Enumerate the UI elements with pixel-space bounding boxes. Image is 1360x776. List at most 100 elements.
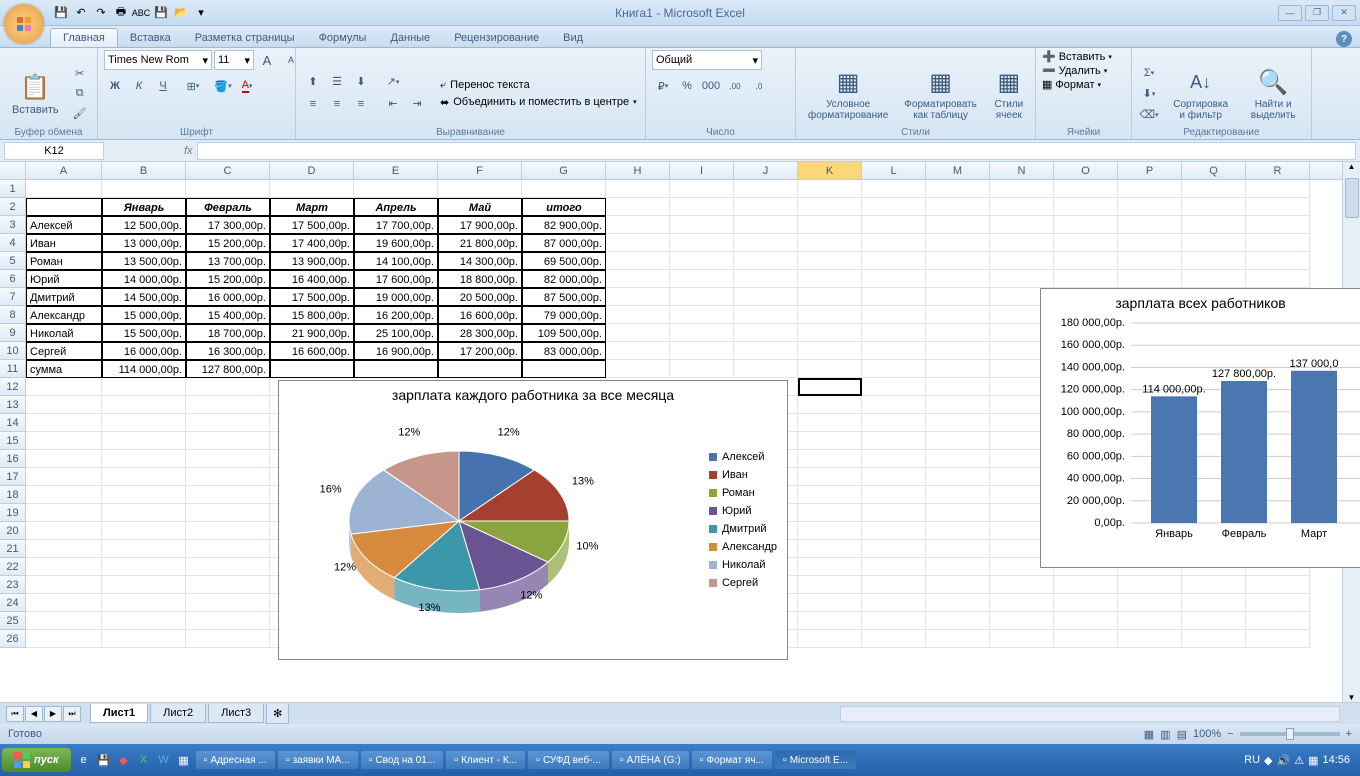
format-painter-icon[interactable]: 🖌 xyxy=(69,104,91,124)
new-sheet-button[interactable]: ✻ xyxy=(266,704,289,724)
orientation-icon[interactable]: ↗▾ xyxy=(382,72,404,92)
worksheet-grid[interactable]: ABCDEFGHIJKLMNOPQR 123456789101112131415… xyxy=(0,162,1360,702)
format-table-button[interactable]: ▦ Форматировать как таблицу xyxy=(898,65,983,123)
tab-review[interactable]: Рецензирование xyxy=(442,29,551,47)
fx-icon[interactable]: fx xyxy=(184,145,193,157)
align-left-icon[interactable]: ≡ xyxy=(302,94,324,114)
sheet-nav-last[interactable]: ⏭ xyxy=(63,706,81,722)
delete-cells-button[interactable]: ➖Удалить▾ xyxy=(1042,64,1107,77)
undo-icon[interactable]: ↶ xyxy=(72,4,90,22)
ql-ie-icon[interactable]: e xyxy=(75,751,93,769)
tab-insert[interactable]: Вставка xyxy=(118,29,183,47)
autosum-icon[interactable]: Σ▾ xyxy=(1138,63,1160,83)
align-right-icon[interactable]: ≡ xyxy=(350,94,372,114)
bold-button[interactable]: Ж xyxy=(104,76,126,96)
percent-icon[interactable]: % xyxy=(676,76,698,96)
tray-icon-4[interactable]: ▦ xyxy=(1308,754,1318,767)
clear-icon[interactable]: ⌫▾ xyxy=(1138,105,1160,125)
task-item[interactable]: ▫СУФД веб-... xyxy=(528,751,609,769)
formula-input[interactable] xyxy=(197,142,1356,160)
insert-cells-button[interactable]: ➕Вставить▾ xyxy=(1042,50,1112,63)
sort-filter-button[interactable]: A↓ Сортировка и фильтр xyxy=(1164,65,1237,123)
cell-styles-button[interactable]: ▦ Стили ячеек xyxy=(987,65,1031,123)
ql-word-icon[interactable]: W xyxy=(155,751,173,769)
redo-icon[interactable]: ↷ xyxy=(92,4,110,22)
task-item[interactable]: ▫Microsoft E... xyxy=(775,751,856,769)
align-bottom-icon[interactable]: ⬇ xyxy=(350,72,372,92)
open-icon[interactable]: 📂 xyxy=(172,4,190,22)
zoom-slider[interactable] xyxy=(1240,732,1340,736)
tray-icon-2[interactable]: 🔊 xyxy=(1276,754,1290,767)
sheet-tab-3[interactable]: Лист3 xyxy=(208,704,264,723)
tray-icon-3[interactable]: ⚠ xyxy=(1294,754,1304,767)
borders-icon[interactable]: ⊞▾ xyxy=(182,76,204,96)
print-icon[interactable]: 🖶 xyxy=(112,4,130,22)
sheet-nav-first[interactable]: ⏮ xyxy=(6,706,24,722)
align-center-icon[interactable]: ≡ xyxy=(326,94,348,114)
start-button[interactable]: пуск xyxy=(2,748,71,772)
wrap-text-button[interactable]: ⤶Перенос текста xyxy=(440,79,637,92)
comma-icon[interactable]: 000 xyxy=(700,76,722,96)
zoom-value[interactable]: 100% xyxy=(1193,728,1221,740)
minimize-button[interactable]: — xyxy=(1278,5,1302,21)
zoom-in-button[interactable]: + xyxy=(1346,728,1352,740)
number-format-combo[interactable]: Общий▾ xyxy=(652,50,762,70)
sheet-nav-prev[interactable]: ◀ xyxy=(25,706,43,722)
clock[interactable]: 14:56 xyxy=(1322,754,1350,766)
task-item[interactable]: ▫АЛЁНА (G:) xyxy=(612,751,689,769)
paste-button[interactable]: 📋 Вставить xyxy=(6,70,65,118)
font-size-combo[interactable]: 11▾ xyxy=(214,50,254,70)
indent-dec-icon[interactable]: ⇤ xyxy=(382,94,404,114)
tab-layout[interactable]: Разметка страницы xyxy=(183,29,307,47)
task-item[interactable]: ▫заявки МА... xyxy=(278,751,358,769)
sheet-tab-1[interactable]: Лист1 xyxy=(90,704,148,723)
restore-button[interactable]: ❐ xyxy=(1305,5,1329,21)
tab-home[interactable]: Главная xyxy=(50,28,118,47)
view-layout-icon[interactable]: ▥ xyxy=(1160,728,1170,741)
fill-color-icon[interactable]: 🪣▾ xyxy=(212,76,234,96)
lang-indicator[interactable]: RU xyxy=(1244,754,1260,766)
name-box[interactable]: K12 xyxy=(4,142,104,160)
format-cells-button[interactable]: ▦Формат▾ xyxy=(1042,78,1101,91)
view-break-icon[interactable]: ▤ xyxy=(1177,728,1187,741)
office-button[interactable] xyxy=(4,4,44,44)
cond-format-button[interactable]: ▦ Условное форматирование xyxy=(802,65,894,123)
indent-inc-icon[interactable]: ⇥ xyxy=(406,94,428,114)
ql-doc-icon[interactable]: ▦ xyxy=(175,751,193,769)
bar-chart[interactable]: зарплата всех работников 0,00р.20 000,00… xyxy=(1040,288,1360,568)
grow-font-icon[interactable]: A xyxy=(256,50,278,70)
italic-button[interactable]: К xyxy=(128,76,150,96)
find-select-button[interactable]: 🔍 Найти и выделить xyxy=(1241,65,1305,123)
align-middle-icon[interactable]: ☰ xyxy=(326,72,348,92)
copy-icon[interactable]: ⧉ xyxy=(69,84,91,104)
align-top-icon[interactable]: ⬆ xyxy=(302,72,324,92)
task-item[interactable]: ▫Клиент - К... xyxy=(446,751,525,769)
currency-icon[interactable]: ₽▾ xyxy=(652,76,674,96)
pie-chart[interactable]: зарплата каждого работника за все месяца… xyxy=(278,380,788,660)
tab-data[interactable]: Данные xyxy=(378,29,442,47)
save2-icon[interactable]: 💾 xyxy=(152,4,170,22)
dec-dec-icon[interactable]: ,0 xyxy=(748,76,770,96)
ql-excel-icon[interactable]: X xyxy=(135,751,153,769)
tray-icon-1[interactable]: ◆ xyxy=(1264,754,1272,767)
save-icon[interactable]: 💾 xyxy=(52,4,70,22)
inc-dec-icon[interactable]: ,00 xyxy=(724,76,746,96)
ql-save-icon[interactable]: 💾 xyxy=(95,751,113,769)
help-icon[interactable]: ? xyxy=(1336,31,1352,47)
close-button[interactable]: ✕ xyxy=(1332,5,1356,21)
fill-icon[interactable]: ⬇▾ xyxy=(1138,84,1160,104)
sheet-tab-2[interactable]: Лист2 xyxy=(150,704,206,723)
scroll-thumb[interactable] xyxy=(1345,178,1359,218)
qat-dropdown-icon[interactable]: ▾ xyxy=(192,4,210,22)
view-normal-icon[interactable]: ▦ xyxy=(1144,728,1154,741)
sheet-nav-next[interactable]: ▶ xyxy=(44,706,62,722)
cut-icon[interactable]: ✂ xyxy=(69,64,91,84)
tab-view[interactable]: Вид xyxy=(551,29,595,47)
horizontal-scrollbar[interactable] xyxy=(840,706,1340,722)
font-color-icon[interactable]: A▾ xyxy=(236,76,258,96)
task-item[interactable]: ▫Свод на 01... xyxy=(361,751,444,769)
underline-button[interactable]: Ч xyxy=(152,76,174,96)
font-name-combo[interactable]: Times New Rom▾ xyxy=(104,50,212,70)
tab-formulas[interactable]: Формулы xyxy=(307,29,379,47)
ql-x-icon[interactable]: ◆ xyxy=(115,751,133,769)
